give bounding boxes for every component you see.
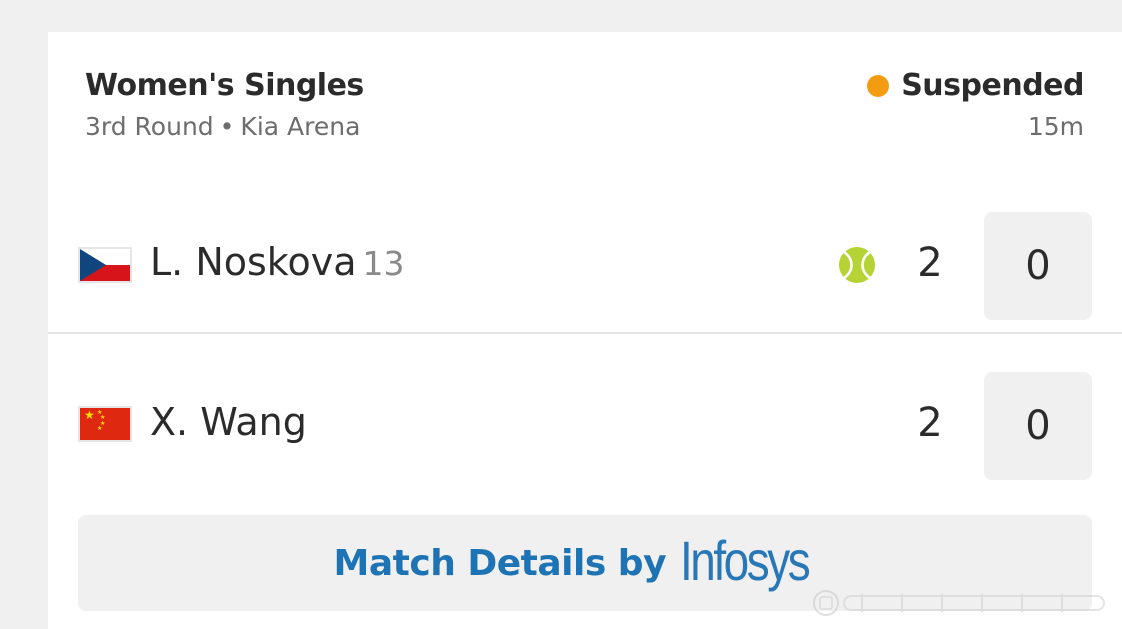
player-seed: 13 [362,244,405,283]
current-set-games: 0 [984,212,1092,320]
tennis-ball-icon [839,247,875,283]
event-subtitle: 3rd Round • Kia Arena [85,112,360,141]
current-set-games: 0 [984,372,1092,480]
player-name: L. Noskova 13 [150,240,404,284]
separator-dot: • [219,112,235,141]
event-title: Women's Singles [85,68,364,103]
elapsed-time: 15m [1027,112,1084,141]
player-row: L. Noskova 13 2 0 [48,202,1122,332]
infosys-logo: Infosys [680,529,811,592]
player-name: X. Wang [150,400,307,444]
sets-won: 2 [917,240,943,286]
sets-won: 2 [917,400,943,446]
czech-republic-flag-icon [80,249,130,281]
status-label: Suspended [901,68,1084,103]
player-name-text: L. Noskova [150,240,357,284]
status-dot-icon [867,74,890,97]
row-divider [48,332,1122,334]
china-flag-icon: ★ ★ ★ ★ ★ [80,408,130,440]
watermark-icon [813,590,1105,616]
player-name-text: X. Wang [150,400,307,444]
player-row: ★ ★ ★ ★ ★ X. Wang 2 0 [48,362,1122,492]
match-card[interactable]: Women's Singles 3rd Round • Kia Arena Susp… [48,32,1122,629]
venue-label: Kia Arena [240,112,361,141]
match-status: Suspended [867,68,1084,103]
round-label: 3rd Round [85,112,214,141]
match-details-label: Match Details by [333,542,667,584]
